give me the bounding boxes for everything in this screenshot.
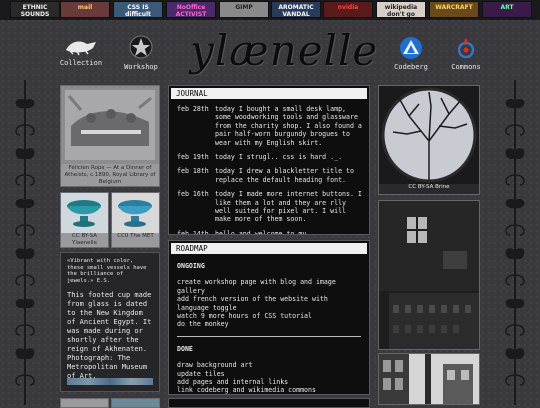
nav-collection[interactable]: Collection [58, 36, 104, 67]
done-item: update tiles [177, 370, 363, 378]
web-badge-2[interactable]: mail [60, 1, 110, 18]
journal-entry: feb 14thhello and welcome to my ._. ._. … [177, 230, 363, 235]
nav-commons-label: Commons [451, 63, 481, 71]
web-badge-5[interactable]: GIMP [219, 1, 269, 18]
painting-card[interactable]: Félicien Rops — At a Dinner of Atheists,… [60, 85, 160, 187]
roadmap-divider [177, 336, 361, 337]
next-panel-edge [168, 398, 370, 408]
ongoing-list: create workshop page with blog and image… [177, 278, 363, 328]
web-badge-4[interactable]: NoOffice ACTIVIST [166, 1, 216, 18]
nav-codeberg-label: Codeberg [394, 63, 428, 71]
ongoing-item: do the monkey [177, 320, 363, 328]
codeberg-icon [399, 36, 423, 60]
web-badge-6[interactable]: AROMATIC VANDAL [271, 1, 321, 18]
cup-image-right [112, 193, 159, 233]
done-list: draw background artupdate tilesadd pages… [177, 361, 363, 395]
nav-commons[interactable]: Commons [444, 36, 488, 71]
journal-entry-date: feb 16th [177, 190, 215, 198]
window-photo-card[interactable] [378, 200, 480, 350]
journal-entry: feb 16thtoday I made more internet butto… [177, 190, 363, 224]
roadmap-done-title: DONE [177, 345, 363, 353]
site-title[interactable]: ylænelle [190, 26, 360, 78]
workshop-icon [128, 34, 154, 60]
web-badge-7[interactable]: nvidia [323, 1, 373, 18]
ongoing-item: add french version of the website with l… [177, 295, 363, 312]
ongoing-item: watch 9 more hours of CSS tutorial [177, 312, 363, 320]
roadmap-header: ROADMAP [171, 243, 367, 254]
cup-card-right[interactable]: CC0 The MET [111, 192, 160, 248]
left-bottom-thumb-2[interactable] [111, 398, 160, 408]
collection-icon [63, 36, 99, 56]
journal-entry-text: today I bought a small desk lamp, some w… [215, 105, 363, 147]
nav-codeberg[interactable]: Codeberg [388, 36, 434, 71]
done-item: add pages and internal links [177, 378, 363, 386]
left-vine-ornament [8, 80, 42, 405]
nav-workshop[interactable]: Workshop [120, 34, 162, 71]
journal-panel: JOURNAL feb 28thtoday I bought a small d… [168, 85, 370, 235]
tree-photo [379, 86, 479, 184]
roadmap-panel: ROADMAP ONGOING create workshop page wit… [168, 240, 370, 395]
right-vine-ornament [498, 80, 532, 405]
journal-entry-date: feb 14th [177, 230, 215, 235]
journal-entry: feb 19thtoday I strugl.. css is hard ._. [177, 153, 363, 161]
left-bottom-thumb-1[interactable] [60, 398, 109, 408]
cup-caption-left: CC BY-SA Ylaenelle [61, 233, 108, 247]
tree-photo-card[interactable]: CC BY-SA Brine [378, 85, 480, 195]
journal-entry-text: today I drew a blackletter title to repl… [215, 167, 363, 184]
nav-workshop-label: Workshop [124, 63, 158, 71]
journal-entry: feb 28thtoday I bought a small desk lamp… [177, 105, 363, 147]
done-item: draw background art [177, 361, 363, 369]
decorative-strip [67, 378, 153, 385]
painting-image [61, 86, 159, 164]
journal-entry-date: feb 19th [177, 153, 215, 161]
cup-quote: «Vibrant with color, these small vessels… [67, 258, 153, 284]
badge-strip: ETHNIC SOUNDSmailCSS IS difficultNoOffic… [0, 0, 540, 20]
web-badge-9[interactable]: WARCRAFT [429, 1, 479, 18]
web-badge-8[interactable]: wikipedia don't go [376, 1, 426, 18]
journal-entry-text: hello and welcome to my ._. ._. ._. [215, 230, 363, 235]
web-badge-10[interactable]: ART [482, 1, 532, 18]
street-photo [379, 354, 479, 404]
street-photo-card[interactable] [378, 353, 480, 405]
cup-card-left[interactable]: CC BY-SA Ylaenelle [60, 192, 109, 248]
painting-caption: Félicien Rops — At a Dinner of Atheists,… [61, 164, 159, 187]
tree-caption: CC BY-SA Brine [379, 184, 479, 191]
journal-entry-text: today I strugl.. css is hard ._. [215, 153, 363, 161]
web-badge-3[interactable]: CSS IS difficult [113, 1, 163, 18]
journal-list: feb 28thtoday I bought a small desk lamp… [169, 105, 369, 235]
journal-entry-text: today I made more internet buttons. I li… [215, 190, 363, 224]
cup-image-left [61, 193, 108, 233]
journal-entry-date: feb 28th [177, 105, 215, 113]
cup-description: This footed cup made from glass is dated… [67, 291, 153, 381]
done-item: link codeberg and wikimedia commons [177, 386, 363, 394]
cup-description-card: «Vibrant with color, these small vessels… [60, 252, 160, 392]
roadmap-ongoing-title: ONGOING [177, 262, 363, 270]
commons-icon [454, 36, 478, 60]
ongoing-item: create workshop page with blog and image… [177, 278, 363, 295]
nav-collection-label: Collection [60, 59, 102, 67]
window-photo [379, 201, 479, 349]
journal-entry: feb 18thtoday I drew a blackletter title… [177, 167, 363, 184]
journal-entry-date: feb 18th [177, 167, 215, 175]
web-badge-1[interactable]: ETHNIC SOUNDS [10, 1, 60, 18]
journal-header: JOURNAL [171, 88, 367, 99]
cup-caption-right: CC0 The MET [112, 233, 159, 240]
